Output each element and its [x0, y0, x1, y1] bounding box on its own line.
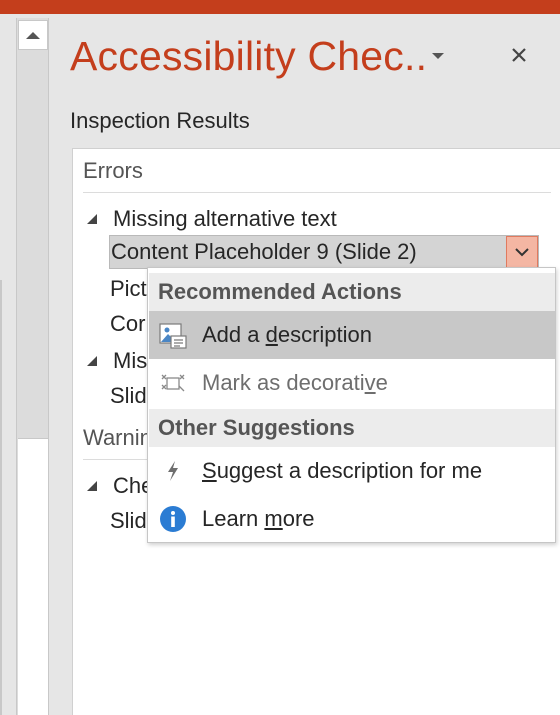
lightning-icon — [158, 456, 188, 486]
tree-group-label: Mis — [113, 348, 148, 373]
menu-item-label: Learn more — [202, 506, 315, 531]
menu-item-label: Suggest a description for me — [202, 458, 483, 483]
vertical-scrollbar[interactable] — [16, 18, 49, 715]
section-label: Inspection Results — [70, 108, 250, 133]
chevron-down-icon — [515, 248, 529, 257]
add-description-menu-item[interactable]: Add a description — [149, 311, 555, 359]
collapse-arrow-icon — [87, 214, 97, 224]
errors-heading: Errors — [83, 158, 143, 183]
mark-decorative-menu-item[interactable]: Mark as decorative — [149, 359, 555, 407]
menu-item-label: Add a description — [202, 322, 373, 347]
collapse-arrow-icon — [87, 481, 97, 491]
tree-item-label: Content Placeholder 9 (Slide 2) — [111, 239, 417, 264]
scroll-up-button[interactable] — [18, 20, 48, 50]
caret-down-icon — [432, 53, 444, 59]
tree-item-selected[interactable]: Content Placeholder 9 (Slide 2) — [109, 235, 539, 269]
info-icon — [158, 504, 188, 534]
recommended-actions-heading: Recommended Actions — [149, 273, 555, 311]
window-title-bar — [0, 0, 560, 14]
pane-options-button[interactable] — [428, 48, 448, 64]
item-actions-menu: Recommended Actions Add a description Ma… — [147, 267, 556, 543]
chevron-up-icon — [26, 32, 40, 39]
scrollbar-thumb[interactable] — [18, 438, 48, 715]
tree-item[interactable]: Cor — [110, 311, 145, 337]
item-actions-dropdown-button[interactable] — [506, 236, 538, 268]
pane-title: Accessibility Chec.. — [70, 33, 428, 79]
add-description-icon — [158, 320, 188, 350]
other-suggestions-heading: Other Suggestions — [149, 409, 555, 447]
menu-item-label: Mark as decorative — [202, 370, 388, 395]
divider — [83, 192, 551, 193]
learn-more-menu-item[interactable]: Learn more — [149, 495, 555, 543]
tree-group[interactable]: Che — [85, 473, 153, 499]
close-pane-button[interactable] — [508, 44, 530, 66]
tree-item[interactable]: Slid — [110, 508, 147, 534]
divider — [0, 280, 2, 715]
tree-item[interactable]: Pict — [110, 276, 147, 302]
slide-panel-strip — [0, 14, 56, 715]
collapse-arrow-icon — [87, 356, 97, 366]
tree-group-label: Missing alternative text — [113, 206, 337, 231]
warnings-heading: Warnin — [83, 425, 152, 450]
suggest-description-menu-item[interactable]: Suggest a description for me — [149, 447, 555, 495]
tree-item[interactable]: Slid — [110, 383, 147, 409]
tree-group[interactable]: Mis — [85, 348, 147, 374]
close-icon — [512, 48, 526, 62]
tree-group-missing-alt-text[interactable]: Missing alternative text — [85, 206, 337, 232]
mark-decorative-icon — [158, 368, 188, 398]
